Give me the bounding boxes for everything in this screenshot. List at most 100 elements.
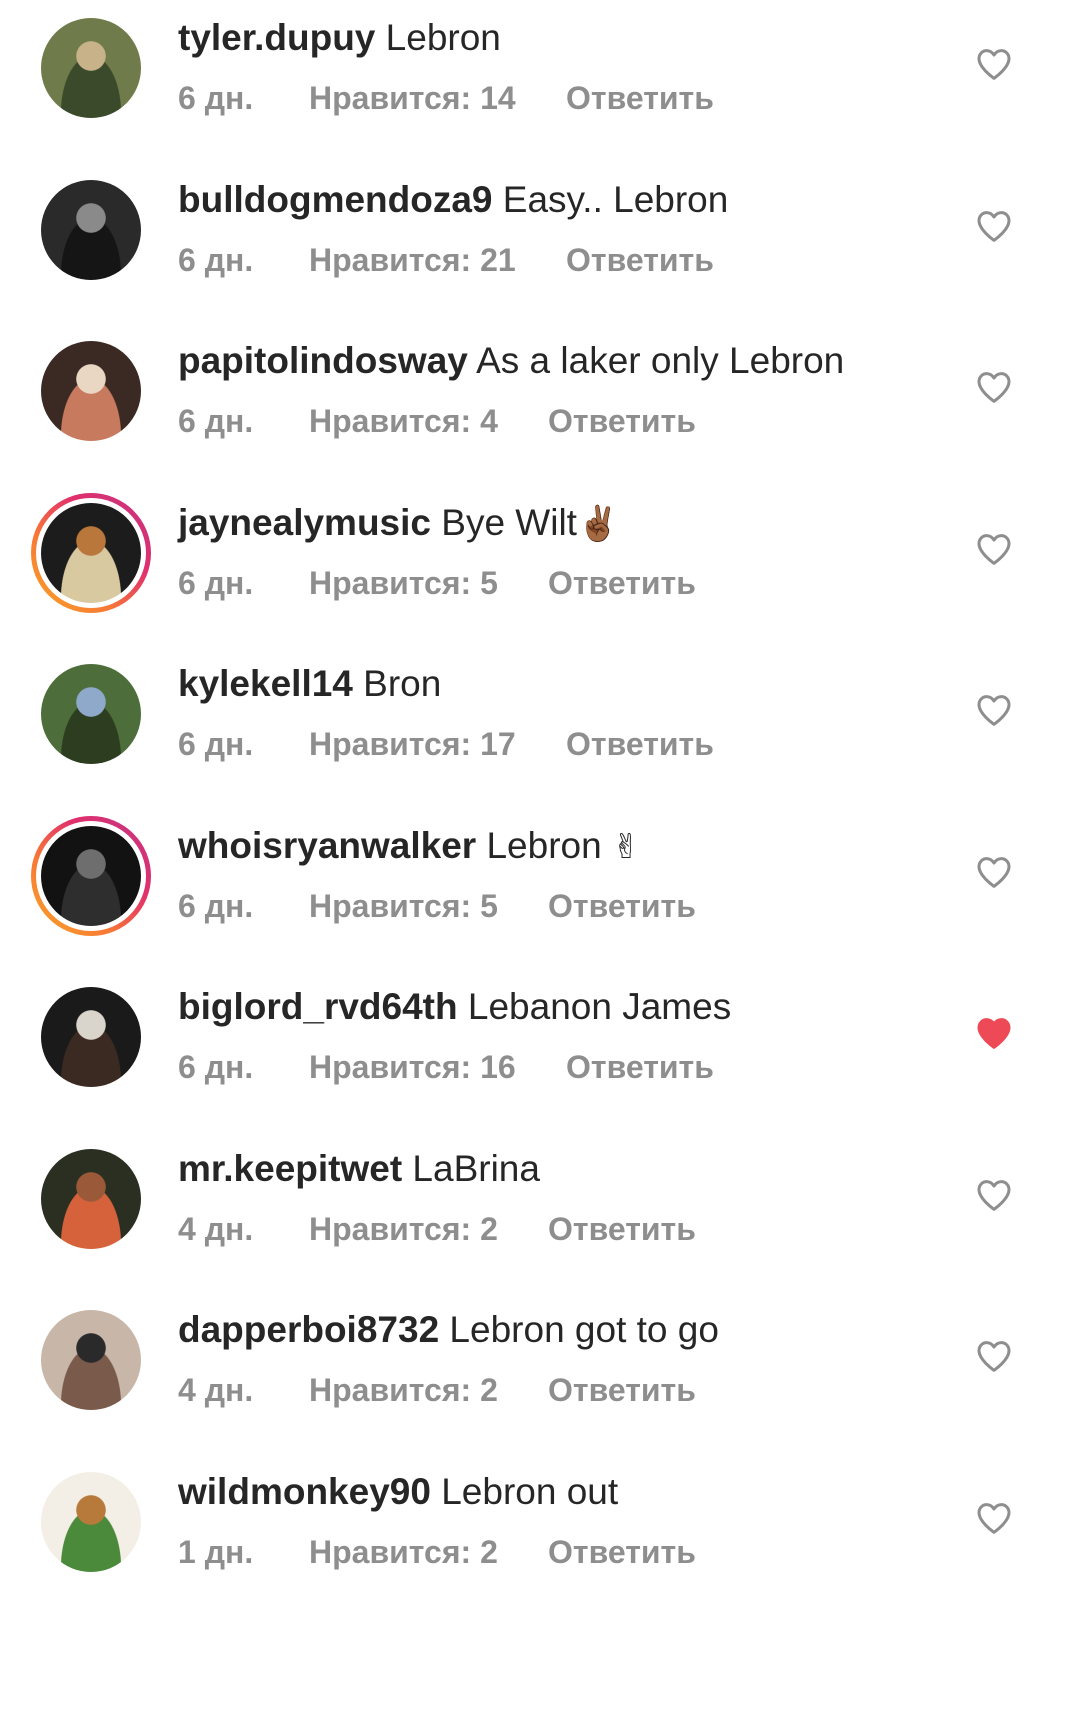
like-button[interactable]: [974, 1013, 1014, 1053]
comment-username[interactable]: papitolindosway: [178, 340, 468, 381]
comments-list: tyler.dupuy Lebron 6 дн. Нравится: 14 От…: [0, 0, 1080, 1720]
comment-username[interactable]: jaynealymusic: [178, 502, 431, 543]
like-button[interactable]: [974, 1175, 1014, 1215]
comment-likes[interactable]: Нравится: 16: [309, 1047, 516, 1087]
comment-username[interactable]: tyler.dupuy: [178, 17, 375, 58]
comment-text: Bye Wilt: [430, 501, 577, 543]
heart-icon: [974, 690, 1014, 730]
reply-button[interactable]: Ответить: [548, 401, 696, 441]
comment-likes[interactable]: Нравится: 17: [309, 724, 516, 764]
comment-item: dapperboi8732 Lebron got to go 4 дн. Нра…: [0, 1292, 1080, 1469]
comment-time: 6 дн.: [178, 1049, 254, 1085]
like-button[interactable]: [974, 852, 1014, 892]
comment-likes[interactable]: Нравится: 21: [309, 240, 516, 280]
avatar-image: [41, 1148, 141, 1249]
comment-text-line: whoisryanwalker Lebron ✌: [178, 824, 640, 869]
avatar-image: [41, 502, 141, 603]
reply-button[interactable]: Ответить: [548, 1209, 696, 1249]
avatar-with-story-ring[interactable]: [31, 492, 151, 613]
reply-button[interactable]: Ответить: [566, 78, 714, 118]
comment-text: Lebron: [476, 824, 612, 866]
heart-filled-icon: [974, 1013, 1014, 1053]
comment-username[interactable]: biglord_rvd64th: [178, 986, 458, 1027]
comment-text: As a laker only Lebron: [467, 340, 845, 381]
avatar-image: [41, 664, 141, 764]
heart-icon: [974, 1498, 1014, 1538]
comment-likes[interactable]: Нравится: 2: [309, 1532, 498, 1572]
avatar[interactable]: [41, 987, 141, 1087]
comment-time: 6 дн.: [178, 887, 254, 924]
comment-text-line: wildmonkey90 Lebron out: [178, 1470, 618, 1514]
comment-item: wildmonkey90 Lebron out 1 дн. Нравится: …: [0, 1454, 1080, 1631]
comment-text-line: kylekell14 Bron: [178, 662, 441, 706]
comment-likes[interactable]: Нравится: 14: [309, 78, 516, 118]
reply-button[interactable]: Ответить: [566, 724, 714, 764]
comment-text-line: mr.keepitwet LaBrina: [178, 1147, 540, 1191]
comment-username[interactable]: kylekell14: [178, 663, 353, 704]
comment-item: biglord_rvd64th Lebanon James 6 дн. Нрав…: [0, 969, 1080, 1146]
avatar-image: [41, 1471, 141, 1572]
reply-button[interactable]: Ответить: [548, 1370, 696, 1410]
avatar-image: [41, 341, 141, 441]
comment-item: kylekell14 Bron 6 дн. Нравится: 17 Ответ…: [0, 646, 1080, 823]
comment-text-line: bulldogmendoza9 Easy.. Lebron: [178, 178, 728, 222]
comment-username[interactable]: wildmonkey90: [178, 1471, 431, 1512]
avatar[interactable]: [41, 341, 141, 441]
comment-text-line: jaynealymusic Bye Wilt✌🏾: [178, 501, 619, 546]
reply-button[interactable]: Ответить: [548, 886, 696, 926]
avatar-image: [41, 825, 141, 926]
comment-text: Lebron got to go: [439, 1309, 719, 1350]
avatar[interactable]: [41, 1310, 141, 1410]
comment-username[interactable]: whoisryanwalker: [178, 825, 476, 866]
like-button[interactable]: [974, 1498, 1014, 1538]
comment-item: bulldogmendoza9 Easy.. Lebron 6 дн. Нрав…: [0, 162, 1080, 339]
heart-icon: [974, 367, 1014, 407]
avatar-image: [41, 18, 141, 118]
reply-button[interactable]: Ответить: [566, 240, 714, 280]
reply-button[interactable]: Ответить: [566, 1047, 714, 1087]
comment-time: 1 дн.: [178, 1533, 254, 1570]
comment-emoji: ✌🏾: [576, 503, 620, 544]
like-button[interactable]: [974, 690, 1014, 730]
like-button[interactable]: [974, 529, 1014, 569]
comment-text-line: tyler.dupuy Lebron: [178, 16, 501, 60]
reply-button[interactable]: Ответить: [548, 563, 696, 603]
comment-text: Lebron: [375, 17, 501, 58]
comment-username[interactable]: bulldogmendoza9: [178, 179, 493, 220]
comment-item: whoisryanwalker Lebron ✌ 6 дн. Нравится:…: [0, 808, 1080, 985]
comment-likes[interactable]: Нравится: 2: [309, 1370, 498, 1410]
comment-time: 6 дн.: [178, 403, 254, 439]
like-button[interactable]: [974, 206, 1014, 246]
comment-time: 6 дн.: [178, 241, 254, 278]
like-button[interactable]: [974, 1336, 1014, 1376]
comment-time: 6 дн.: [178, 80, 254, 116]
comment-username[interactable]: mr.keepitwet: [178, 1148, 402, 1189]
reply-button[interactable]: Ответить: [548, 1532, 696, 1572]
comment-likes[interactable]: Нравится: 2: [309, 1209, 498, 1249]
comment-item: tyler.dupuy Lebron 6 дн. Нравится: 14 От…: [0, 0, 1080, 177]
avatar-image: [41, 987, 141, 1087]
comment-time: 4 дн.: [178, 1372, 254, 1408]
avatar-image: [41, 179, 141, 280]
comment-time: 6 дн.: [178, 564, 254, 601]
comment-likes[interactable]: Нравится: 5: [309, 886, 498, 926]
comment-likes[interactable]: Нравится: 4: [309, 401, 498, 441]
avatar-with-story-ring[interactable]: [31, 815, 151, 936]
heart-icon: [974, 1336, 1014, 1376]
like-button[interactable]: [974, 44, 1014, 84]
avatar[interactable]: [41, 18, 141, 118]
comment-likes[interactable]: Нравится: 5: [309, 563, 498, 603]
comment-time: 6 дн.: [178, 726, 254, 762]
comment-text: LaBrina: [402, 1147, 540, 1189]
comment-item: mr.keepitwet LaBrina 4 дн. Нравится: 2 О…: [0, 1131, 1080, 1308]
comment-text-line: biglord_rvd64th Lebanon James: [178, 985, 731, 1029]
avatar[interactable]: [41, 664, 141, 764]
avatar[interactable]: [41, 1148, 141, 1249]
comment-username[interactable]: dapperboi8732: [178, 1309, 439, 1350]
avatar-image: [41, 1310, 141, 1410]
avatar[interactable]: [41, 179, 141, 280]
heart-icon: [974, 1175, 1014, 1215]
like-button[interactable]: [974, 367, 1014, 407]
avatar[interactable]: [41, 1471, 141, 1572]
comment-item: papitolindosway As a laker only Lebron 6…: [0, 323, 1080, 500]
